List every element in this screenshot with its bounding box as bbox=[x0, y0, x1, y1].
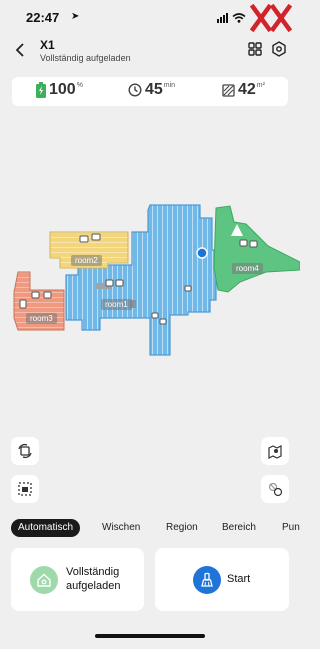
start-button[interactable] bbox=[193, 566, 221, 594]
status-time: 22:47 bbox=[26, 10, 60, 25]
clock-icon bbox=[128, 83, 142, 97]
tab-wischen[interactable]: Wischen bbox=[102, 519, 140, 537]
room3-label[interactable]: room3 bbox=[26, 313, 57, 324]
cleaning-mode-tabs: Automatisch Wischen Region Bereich Pun bbox=[0, 517, 300, 541]
no-go-zone-button[interactable] bbox=[261, 475, 289, 503]
room2-label[interactable]: room2 bbox=[71, 255, 102, 266]
duration-stat: 45 min bbox=[128, 81, 175, 99]
cellular-signal-icon bbox=[217, 13, 228, 23]
cleaning-map[interactable]: room2 room1 room4 room3 bbox=[0, 110, 301, 510]
broom-icon bbox=[201, 572, 213, 587]
map-pin-icon bbox=[268, 445, 282, 459]
tab-punkt[interactable]: Pun bbox=[282, 519, 300, 537]
device-name: X1 bbox=[40, 38, 55, 52]
area-value: 42 bbox=[238, 81, 256, 98]
duration-value: 45 bbox=[145, 81, 163, 98]
room1-label[interactable]: room1 bbox=[101, 299, 132, 310]
battery-unit: % bbox=[76, 82, 83, 89]
area-stat: 42 m² bbox=[222, 81, 265, 99]
grid-menu-icon[interactable] bbox=[247, 41, 263, 57]
rotate-icon bbox=[18, 443, 32, 459]
wifi-icon bbox=[232, 13, 246, 23]
back-button[interactable] bbox=[12, 40, 28, 60]
home-icon bbox=[37, 573, 51, 587]
device-status: Vollständig aufgeladen bbox=[40, 53, 131, 63]
home-dock-button[interactable] bbox=[30, 566, 58, 594]
stats-card: 100 % 45 min 42 m² bbox=[12, 77, 288, 106]
area-icon bbox=[222, 83, 235, 97]
room4-area bbox=[213, 205, 301, 293]
tab-region[interactable]: Region bbox=[166, 519, 198, 537]
no-go-icon bbox=[268, 482, 283, 497]
start-label: Start bbox=[227, 573, 251, 585]
device-header: X1 Vollständig aufgeladen bbox=[0, 36, 300, 70]
battery-icon bbox=[36, 82, 46, 98]
map-edit-button[interactable] bbox=[11, 475, 39, 503]
rotate-map-button[interactable] bbox=[11, 437, 39, 465]
settings-icon[interactable] bbox=[271, 41, 287, 57]
dashed-frame-icon bbox=[18, 482, 32, 496]
map-pin-button[interactable] bbox=[261, 437, 289, 465]
recharge-label-2: aufgeladen bbox=[66, 580, 121, 592]
tab-bereich[interactable]: Bereich bbox=[222, 519, 256, 537]
duration-unit: min bbox=[163, 82, 176, 89]
chevron-left-icon bbox=[15, 43, 24, 57]
battery-stat: 100 % bbox=[36, 81, 83, 99]
area-unit: m² bbox=[256, 82, 265, 89]
battery-value: 100 bbox=[49, 81, 76, 98]
brand-logo bbox=[249, 3, 293, 33]
start-card[interactable]: Start bbox=[155, 548, 289, 611]
location-arrow-icon: ➤ bbox=[71, 11, 80, 22]
recharge-card[interactable]: Vollständig aufgeladen bbox=[11, 548, 144, 611]
recharge-label-1: Vollständig bbox=[66, 566, 120, 578]
map-canvas[interactable] bbox=[0, 110, 301, 510]
robot-position-icon bbox=[196, 247, 208, 259]
room1-area bbox=[65, 204, 217, 356]
status-bar: 22:47 ➤ bbox=[0, 0, 300, 36]
home-indicator bbox=[95, 634, 205, 638]
tab-automatisch[interactable]: Automatisch bbox=[11, 519, 81, 537]
room4-label[interactable]: room4 bbox=[232, 263, 263, 274]
